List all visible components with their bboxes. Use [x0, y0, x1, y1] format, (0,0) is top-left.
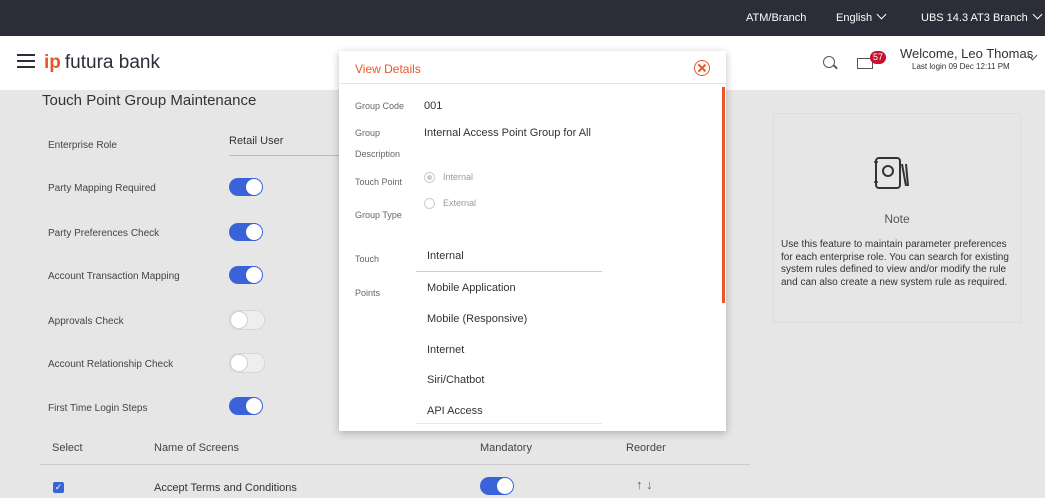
divider: [416, 271, 602, 272]
menu-icon[interactable]: [17, 54, 35, 72]
view-details-modal: View Details Group Code 001 Group Descri…: [339, 51, 726, 431]
last-login-text: Last login 09 Dec 12:11 PM: [912, 62, 1010, 71]
toggle-label: Party Preferences Check: [48, 228, 160, 239]
internal-radio[interactable]: [424, 172, 435, 183]
divider: [416, 423, 602, 424]
screens-table-header: Select Name of Screens Mandatory Reorder: [40, 436, 750, 465]
col-name: Name of Screens: [154, 442, 239, 454]
welcome-text[interactable]: Welcome, Leo Thomas: [900, 46, 1033, 61]
touch-point-item[interactable]: Internet: [427, 344, 464, 356]
notification-badge[interactable]: 57: [870, 51, 886, 64]
modal-scrollbar[interactable]: [722, 87, 725, 303]
touch-point-item[interactable]: API Access: [427, 405, 483, 417]
external-radio-label: External: [443, 198, 477, 208]
touch-point-item[interactable]: Internal: [427, 250, 464, 262]
toggle-label: Account Transaction Mapping: [48, 271, 180, 282]
brand-logo: ip futura bank: [44, 52, 160, 74]
col-reorder: Reorder: [626, 442, 666, 454]
note-text: Use this feature to maintain parameter p…: [781, 239, 1009, 288]
external-radio[interactable]: [424, 198, 435, 209]
account-transaction-toggle[interactable]: [229, 266, 263, 284]
tp-type-label: Touch Point: [355, 177, 403, 187]
party-preferences-toggle[interactable]: [229, 223, 263, 241]
page-title: Touch Point Group Maintenance: [42, 92, 257, 109]
col-mandatory: Mandatory: [480, 442, 532, 454]
chevron-down-icon: [1032, 9, 1043, 20]
enterprise-role-label: Enterprise Role: [48, 140, 117, 151]
language-label: English: [836, 12, 873, 24]
group-code-value: 001: [424, 100, 443, 112]
toggle-label: Account Relationship Check: [48, 359, 174, 370]
touch-point-item[interactable]: Mobile Application: [427, 282, 516, 294]
divider: [339, 83, 726, 84]
note-panel: Note Use this feature to maintain parame…: [773, 113, 1021, 323]
group-code-label: Group Code: [355, 101, 405, 111]
reorder-arrows[interactable]: ↑ ↓: [636, 477, 653, 492]
internal-radio-label: Internal: [443, 172, 474, 182]
col-select: Select: [52, 442, 83, 454]
touch-points-label: Points: [355, 288, 381, 298]
close-icon[interactable]: [694, 60, 710, 76]
group-desc-value: Internal Access Point Group for All: [424, 127, 591, 139]
touch-point-item[interactable]: Mobile (Responsive): [427, 313, 527, 325]
atm-branch-link[interactable]: ATM/Branch: [746, 12, 806, 24]
chevron-down-icon: [876, 9, 887, 20]
party-mapping-toggle[interactable]: [229, 178, 263, 196]
language-selector[interactable]: English: [836, 9, 887, 24]
notebook-icon: [874, 157, 909, 189]
touch-points-label: Touch: [355, 254, 380, 264]
brand-mark: ip: [44, 52, 61, 73]
top-bar: ATM/Branch English UBS 14.3 AT3 Branch: [0, 0, 1045, 36]
first-time-login-toggle[interactable]: [229, 397, 263, 415]
select-checkbox[interactable]: ✓: [53, 482, 64, 493]
approvals-check-toggle[interactable]: [229, 310, 265, 330]
enterprise-role-value[interactable]: Retail User: [229, 135, 283, 147]
group-desc-label: Group: [355, 128, 381, 138]
note-title: Note: [884, 212, 910, 226]
brand-name: futura bank: [64, 52, 160, 73]
tp-type-label: Group Type: [355, 210, 402, 220]
toggle-label: First Time Login Steps: [48, 403, 148, 414]
branch-label: UBS 14.3 AT3 Branch: [921, 12, 1028, 24]
account-relationship-toggle[interactable]: [229, 353, 265, 373]
table-row: ✓ Accept Terms and Conditions ↑ ↓: [40, 472, 750, 498]
screen-name: Accept Terms and Conditions: [154, 482, 297, 494]
search-icon[interactable]: [823, 56, 835, 68]
toggle-label: Party Mapping Required: [48, 183, 156, 194]
divider: [229, 155, 339, 156]
modal-title: View Details: [355, 62, 421, 76]
branch-selector[interactable]: UBS 14.3 AT3 Branch: [921, 9, 1043, 24]
group-desc-label: Description: [355, 149, 401, 159]
touch-point-item[interactable]: Siri/Chatbot: [427, 374, 484, 386]
mandatory-toggle[interactable]: [480, 477, 514, 495]
toggle-label: Approvals Check: [48, 316, 124, 327]
